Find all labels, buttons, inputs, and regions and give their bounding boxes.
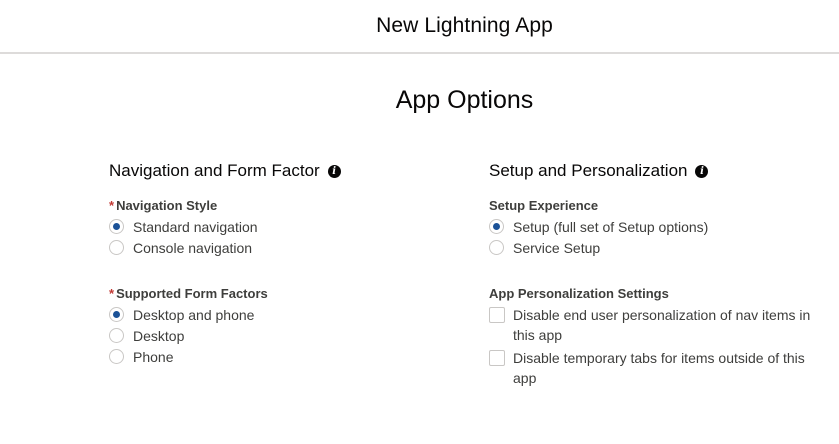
checkbox[interactable] [489,350,505,366]
radio-label: Desktop [133,328,185,344]
setup-experience-label: Setup Experience [489,198,599,213]
radio-label: Service Setup [513,240,601,256]
setup-experience-group: Setup Experience Setup (full set of Setu… [489,198,819,256]
required-mark: * [109,286,115,301]
navigation-style-group: * Navigation Style Standard navigation Co… [109,198,469,256]
radio-button[interactable] [489,240,504,255]
navigation-style-label: * Navigation Style [109,198,218,213]
heading-text: Setup and Personalization [489,161,688,180]
radio-standard-navigation[interactable]: Standard navigation [109,219,469,235]
personalization-group: App Personalization Settings Disable end… [489,286,819,388]
radio-service-setup[interactable]: Service Setup [489,240,819,256]
heading-text: Navigation and Form Factor [109,161,320,180]
info-icon[interactable]: i [695,164,709,178]
radio-label: Setup (full set of Setup options) [513,219,709,235]
radio-button[interactable] [109,328,124,343]
modal-header: New Lightning App [0,0,839,54]
radio-label: Phone [133,349,174,365]
radio-desktop[interactable]: Desktop [109,328,469,344]
radio-button[interactable] [109,240,124,255]
checkbox-label: Disable end user personalization of nav … [513,307,811,343]
radio-full-setup[interactable]: Setup (full set of Setup options) [489,219,819,235]
setup-personalization-heading: Setup and Personalization i [489,160,819,182]
radio-desktop-and-phone[interactable]: Desktop and phone [109,307,469,323]
checkbox-label: Disable temporary tabs for items outside… [513,350,805,386]
section-title: App Options [395,86,534,114]
form-factors-label: * Supported Form Factors [109,286,268,301]
personalization-label: App Personalization Settings [489,286,669,301]
form-factors-group: * Supported Form Factors Desktop and phon… [109,286,469,365]
radio-button-selected[interactable] [109,219,124,234]
checkbox-disable-nav-personalization[interactable]: Disable end user personalization of nav … [489,307,819,345]
navigation-form-factor-column: Navigation and Form Factor i * Navigation… [109,160,469,365]
info-icon[interactable]: i [327,164,341,178]
radio-phone[interactable]: Phone [109,349,469,365]
radio-label: Desktop and phone [133,307,255,323]
radio-button-selected[interactable] [489,219,504,234]
required-mark: * [109,198,115,213]
radio-console-navigation[interactable]: Console navigation [109,240,469,256]
radio-button-selected[interactable] [109,307,124,322]
radio-label: Standard navigation [133,219,258,235]
radio-label: Console navigation [133,240,253,256]
checkbox-disable-temporary-tabs[interactable]: Disable temporary tabs for items outside… [489,350,819,388]
modal-title: New Lightning App [376,14,553,37]
checkbox[interactable] [489,307,505,323]
setup-personalization-column: Setup and Personalization i Setup Experi… [489,160,819,388]
navigation-form-factor-heading: Navigation and Form Factor i [109,160,469,182]
radio-button[interactable] [109,349,124,364]
